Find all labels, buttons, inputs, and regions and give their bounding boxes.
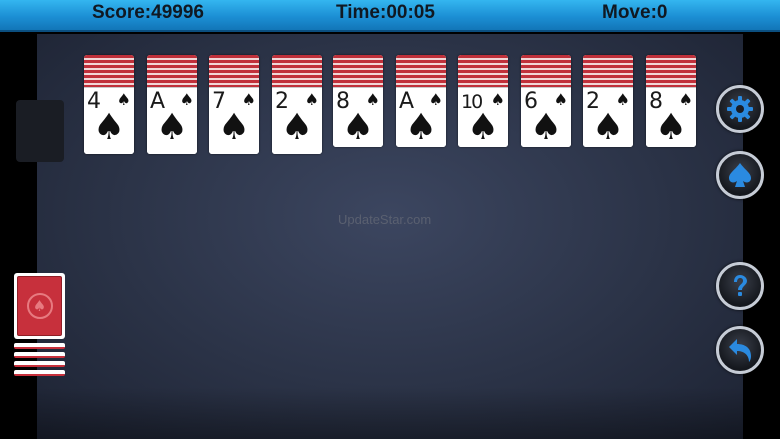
tableau-column-8[interactable]: 6 ♠ ♠ bbox=[521, 55, 571, 147]
face-down-card-stack bbox=[396, 55, 446, 87]
face-down-card-stack bbox=[209, 55, 259, 87]
large-spade-icon: ♠ bbox=[155, 107, 189, 148]
large-spade-icon: ♠ bbox=[404, 107, 438, 147]
playing-card[interactable]: 10 ♠ ♠ bbox=[458, 87, 508, 147]
playing-card[interactable]: A ♠ ♠ bbox=[396, 87, 446, 147]
status-bar: Score:49996 Time:00:05 Move:0 bbox=[0, 0, 780, 32]
face-down-card-stack bbox=[84, 55, 134, 87]
playing-card[interactable]: A ♠ ♠ bbox=[147, 87, 197, 154]
tableau-column-5[interactable]: 8 ♠ ♠ bbox=[333, 55, 383, 147]
face-down-card-stack bbox=[147, 55, 197, 87]
playing-card[interactable]: 8 ♠ ♠ bbox=[333, 87, 383, 147]
face-down-card-stack bbox=[521, 55, 571, 87]
undo-arrow-icon bbox=[729, 339, 751, 362]
large-spade-icon: ♠ bbox=[280, 107, 314, 148]
settings-button[interactable] bbox=[716, 85, 764, 133]
face-down-card-stack bbox=[333, 55, 383, 87]
suit-mode-button[interactable] bbox=[716, 151, 764, 199]
tableau-column-2[interactable]: A ♠ ♠ bbox=[147, 55, 197, 154]
hint-button[interactable] bbox=[716, 262, 764, 310]
playing-card[interactable]: 7 ♠ ♠ bbox=[209, 87, 259, 154]
stock-card-edge bbox=[14, 352, 65, 358]
playing-card[interactable]: 4 ♠ ♠ bbox=[84, 87, 134, 154]
time-label: Time:00:05 bbox=[336, 2, 435, 23]
stock-card-edge bbox=[14, 361, 65, 367]
foundation-slot bbox=[16, 100, 64, 162]
tableau-column-6[interactable]: A ♠ ♠ bbox=[396, 55, 446, 147]
stock-card-edge bbox=[14, 343, 65, 349]
tableau-column-4[interactable]: 2 ♠ ♠ bbox=[272, 55, 322, 154]
face-down-card-stack bbox=[458, 55, 508, 87]
playing-card[interactable]: 2 ♠ ♠ bbox=[583, 87, 633, 147]
gear-icon bbox=[727, 96, 753, 122]
spade-emblem-icon: ♠ bbox=[26, 293, 53, 319]
stock-card-edge bbox=[14, 370, 65, 376]
tableau-column-1[interactable]: 4 ♠ ♠ bbox=[84, 55, 134, 154]
large-spade-icon: ♠ bbox=[341, 107, 375, 147]
table-bottom-shade bbox=[37, 387, 743, 439]
large-spade-icon: ♠ bbox=[591, 107, 625, 147]
large-spade-icon: ♠ bbox=[217, 107, 251, 148]
tableau-column-3[interactable]: 7 ♠ ♠ bbox=[209, 55, 259, 154]
undo-button[interactable] bbox=[716, 326, 764, 374]
face-down-card-stack bbox=[583, 55, 633, 87]
playing-card[interactable]: 8 ♠ ♠ bbox=[646, 87, 696, 147]
tableau-column-10[interactable]: 8 ♠ ♠ bbox=[646, 55, 696, 147]
tableau-column-9[interactable]: 2 ♠ ♠ bbox=[583, 55, 633, 147]
watermark: UpdateStar.com bbox=[338, 212, 432, 227]
playing-card[interactable]: 6 ♠ ♠ bbox=[521, 87, 571, 147]
large-spade-icon: ♠ bbox=[466, 107, 500, 147]
playing-card[interactable]: 2 ♠ ♠ bbox=[272, 87, 322, 154]
large-spade-icon: ♠ bbox=[529, 107, 563, 147]
game-table bbox=[37, 34, 743, 439]
card-back: ♠ bbox=[17, 276, 62, 336]
move-label: Move:0 bbox=[602, 2, 668, 23]
face-down-card-stack bbox=[272, 55, 322, 87]
question-icon bbox=[734, 275, 747, 296]
score-label: Score:49996 bbox=[92, 2, 204, 23]
large-spade-icon: ♠ bbox=[92, 107, 126, 148]
large-spade-icon: ♠ bbox=[654, 107, 688, 147]
stock-top-card[interactable]: ♠ bbox=[14, 273, 65, 339]
spade-icon bbox=[729, 163, 751, 187]
face-down-card-stack bbox=[646, 55, 696, 87]
tableau-column-7[interactable]: 10 ♠ ♠ bbox=[458, 55, 508, 147]
